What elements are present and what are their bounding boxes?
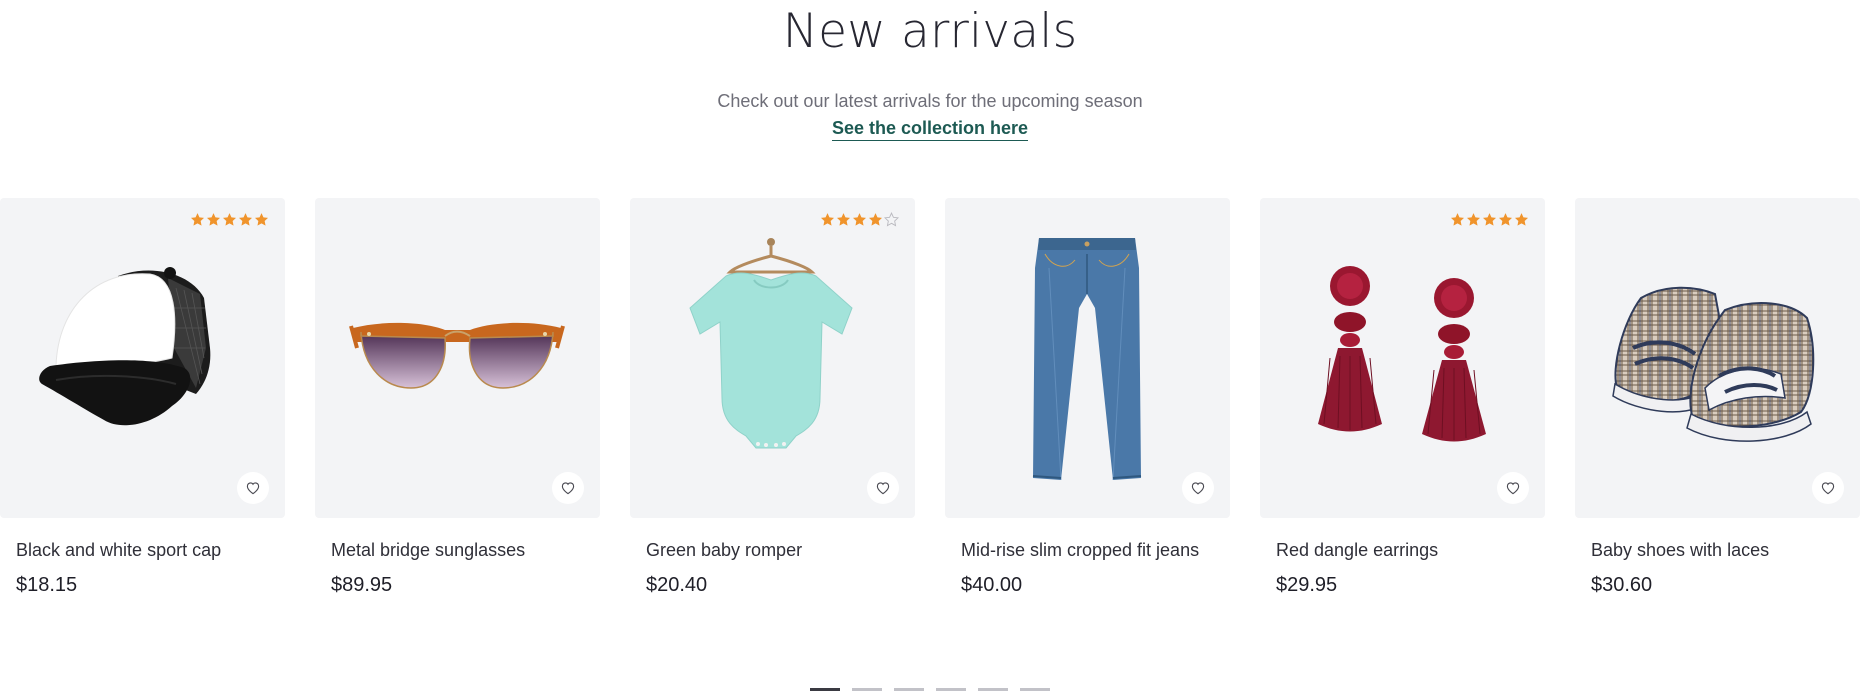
star-filled-icon <box>254 213 269 226</box>
favorite-button[interactable] <box>867 472 899 504</box>
product-name[interactable]: Green baby romper <box>630 539 915 561</box>
favorite-button[interactable] <box>1497 472 1529 504</box>
star-filled-icon <box>868 213 883 226</box>
product-image-container[interactable] <box>1260 198 1545 518</box>
star-filled-icon <box>190 213 205 226</box>
star-empty-icon <box>884 212 899 227</box>
heart-icon <box>1506 482 1520 495</box>
section-subtitle: Check out our latest arrivals for the up… <box>717 91 1143 111</box>
star-filled-icon <box>836 213 851 226</box>
product-card[interactable]: Green baby romper $20.40 <box>630 198 915 597</box>
product-image-container[interactable] <box>630 198 915 518</box>
see-collection-link[interactable]: See the collection here <box>831 117 1029 141</box>
star-filled-icon <box>1482 213 1497 226</box>
favorite-button[interactable] <box>237 472 269 504</box>
jeans-image <box>1032 238 1142 481</box>
product-name[interactable]: Baby shoes with laces <box>1575 539 1860 561</box>
product-image-container[interactable] <box>315 198 600 518</box>
product-price: $20.40 <box>646 574 708 596</box>
product-carousel: Black and white sport cap $18.15 Metal b… <box>0 198 1860 608</box>
product-name[interactable]: Mid-rise slim cropped fit jeans <box>945 539 1230 561</box>
heart-icon <box>1191 482 1205 495</box>
product-name[interactable]: Red dangle earrings <box>1260 539 1545 561</box>
product-card[interactable]: Mid-rise slim cropped fit jeans $40.00 <box>945 198 1230 597</box>
product-price: $89.95 <box>331 574 393 596</box>
heart-icon <box>561 482 575 495</box>
star-filled-icon <box>820 213 835 226</box>
product-card[interactable]: Red dangle earrings $29.95 <box>1260 198 1545 597</box>
sunglasses-image <box>349 322 565 389</box>
romper-image <box>689 238 853 449</box>
cap-image <box>39 267 211 426</box>
star-filled-icon <box>852 213 867 226</box>
product-card[interactable]: Metal bridge sunglasses $89.95 <box>315 198 600 597</box>
star-filled-icon <box>206 213 221 226</box>
favorite-button[interactable] <box>1182 472 1214 504</box>
star-filled-icon <box>1466 213 1481 226</box>
star-filled-icon <box>238 213 253 226</box>
star-filled-icon <box>1498 213 1513 226</box>
product-card[interactable]: Baby shoes with laces $30.60 <box>1575 198 1860 597</box>
product-price: $40.00 <box>961 574 1023 596</box>
section-header: New arrivals Check out our latest arriva… <box>0 0 1860 141</box>
product-name[interactable]: Black and white sport cap <box>0 539 285 561</box>
product-price: $18.15 <box>16 574 78 596</box>
heart-icon <box>246 482 260 495</box>
product-price: $29.95 <box>1276 574 1338 596</box>
rating-stars <box>1450 212 1529 227</box>
favorite-button[interactable] <box>1812 472 1844 504</box>
earrings-image <box>1318 266 1486 442</box>
baby-shoes-image <box>1612 286 1815 442</box>
rating-stars <box>190 212 269 227</box>
star-filled-icon <box>222 213 237 226</box>
rating-stars <box>820 212 899 227</box>
favorite-button[interactable] <box>552 472 584 504</box>
product-card[interactable]: Black and white sport cap $18.15 <box>0 198 285 597</box>
product-image-container[interactable] <box>1575 198 1860 518</box>
heart-icon <box>1821 482 1835 495</box>
product-image-container[interactable] <box>0 198 285 518</box>
product-price: $30.60 <box>1591 574 1653 596</box>
product-image-container[interactable] <box>945 198 1230 518</box>
section-title: New arrivals <box>782 4 1078 59</box>
star-filled-icon <box>1450 213 1465 226</box>
star-filled-icon <box>1514 213 1529 226</box>
heart-icon <box>876 482 890 495</box>
product-name[interactable]: Metal bridge sunglasses <box>315 539 600 561</box>
